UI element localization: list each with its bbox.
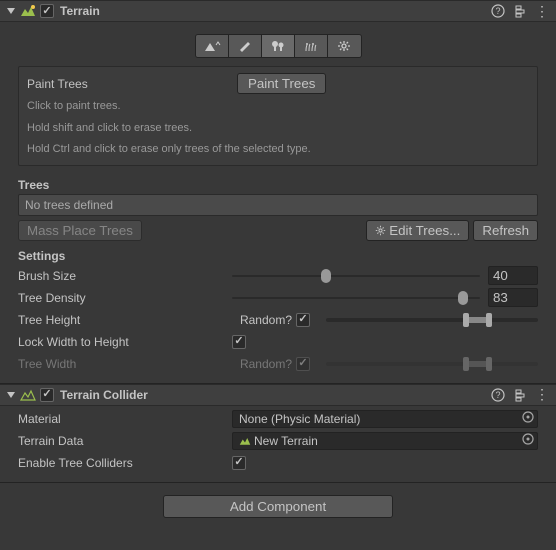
terrain-data-row: Terrain Data New Terrain [6,430,550,452]
foldout-icon[interactable] [6,6,16,16]
tool-settings[interactable] [328,35,361,57]
tool-info-title: Paint Trees [27,77,237,91]
tool-info-box: Paint Trees Paint Trees Click to paint t… [18,66,538,166]
tree-height-random-checkbox[interactable] [296,313,310,327]
terrain-icon [20,3,36,19]
terrain-data-field[interactable]: New Terrain [232,432,538,450]
trees-list[interactable]: No trees defined [18,194,538,216]
collider-body: Material None (Physic Material) Terrain … [0,406,556,482]
material-label: Material [18,412,228,426]
terrain-data-label: Terrain Data [18,434,228,448]
terrain-asset-icon [239,435,251,447]
terrain-component: Terrain ? ⋮ [0,0,556,384]
menu-icon[interactable]: ⋮ [534,387,550,403]
preset-icon[interactable] [512,3,528,19]
brush-size-row: Brush Size [6,265,550,287]
tree-density-slider[interactable] [232,289,480,307]
tool-paint-trees[interactable] [262,35,295,57]
tree-width-random-label: Random? [232,357,292,371]
enable-tree-colliders-checkbox[interactable] [232,456,246,470]
brush-size-label: Brush Size [18,269,228,283]
terrain-collider-component: Terrain Collider ? ⋮ Material None (Phys… [0,384,556,483]
lock-width-row: Lock Width to Height [6,331,550,353]
tree-density-label: Tree Density [18,291,228,305]
enable-tree-colliders-row: Enable Tree Colliders [6,452,550,474]
tree-width-row: Tree Width Random? [6,353,550,375]
tree-density-row: Tree Density [6,287,550,309]
tree-height-row: Tree Height Random? [6,309,550,331]
material-value: None (Physic Material) [239,412,360,426]
terrain-header[interactable]: Terrain ? ⋮ [0,0,556,22]
tree-density-field[interactable] [488,288,538,307]
material-field[interactable]: None (Physic Material) [232,410,538,428]
settings-header: Settings [6,245,550,265]
tree-height-slider[interactable] [326,311,538,329]
paint-trees-button[interactable]: Paint Trees [237,73,326,94]
terrain-title: Terrain [60,4,486,18]
material-row: Material None (Physic Material) [6,408,550,430]
tool-info-line1: Click to paint trees. [27,98,529,116]
tool-paint-texture[interactable] [229,35,262,57]
tool-info-line2: Hold shift and click to erase trees. [27,120,529,138]
terrain-body: Paint Trees Paint Trees Click to paint t… [0,22,556,383]
collider-enable-checkbox[interactable] [40,388,54,402]
object-picker-icon[interactable] [521,432,535,449]
collider-title: Terrain Collider [60,388,486,402]
tool-paint-details[interactable] [295,35,328,57]
help-icon[interactable]: ? [490,387,506,403]
collider-header[interactable]: Terrain Collider ? ⋮ [0,384,556,406]
tree-width-label: Tree Width [18,357,228,371]
tool-info-line3: Hold Ctrl and click to erase only trees … [27,141,529,159]
foldout-icon[interactable] [6,390,16,400]
svg-text:?: ? [495,390,500,400]
mass-place-trees-button: Mass Place Trees [18,220,142,241]
preset-icon[interactable] [512,387,528,403]
tree-height-random-label: Random? [232,313,292,327]
lock-width-label: Lock Width to Height [18,335,228,349]
terrain-collider-icon [20,387,36,403]
add-component-wrap: Add Component [0,483,556,530]
lock-width-checkbox[interactable] [232,335,246,349]
tree-width-random-checkbox [296,357,310,371]
terrain-enable-checkbox[interactable] [40,4,54,18]
refresh-button[interactable]: Refresh [473,220,538,241]
object-picker-icon[interactable] [521,410,535,427]
help-icon[interactable]: ? [490,3,506,19]
svg-text:?: ? [495,6,500,16]
trees-header: Trees [6,174,550,194]
tool-raise-lower[interactable] [196,35,229,57]
terrain-data-value: New Terrain [254,434,318,448]
gear-icon [375,225,386,236]
add-component-button[interactable]: Add Component [163,495,393,518]
brush-size-slider[interactable] [232,267,480,285]
edit-trees-button[interactable]: Edit Trees... [366,220,469,241]
tree-height-label: Tree Height [18,313,228,327]
menu-icon[interactable]: ⋮ [534,3,550,19]
tree-width-slider [326,355,538,373]
brush-size-field[interactable] [488,266,538,285]
edit-trees-label: Edit Trees... [389,223,460,238]
terrain-toolbar [6,24,550,66]
enable-tree-colliders-label: Enable Tree Colliders [18,456,228,470]
